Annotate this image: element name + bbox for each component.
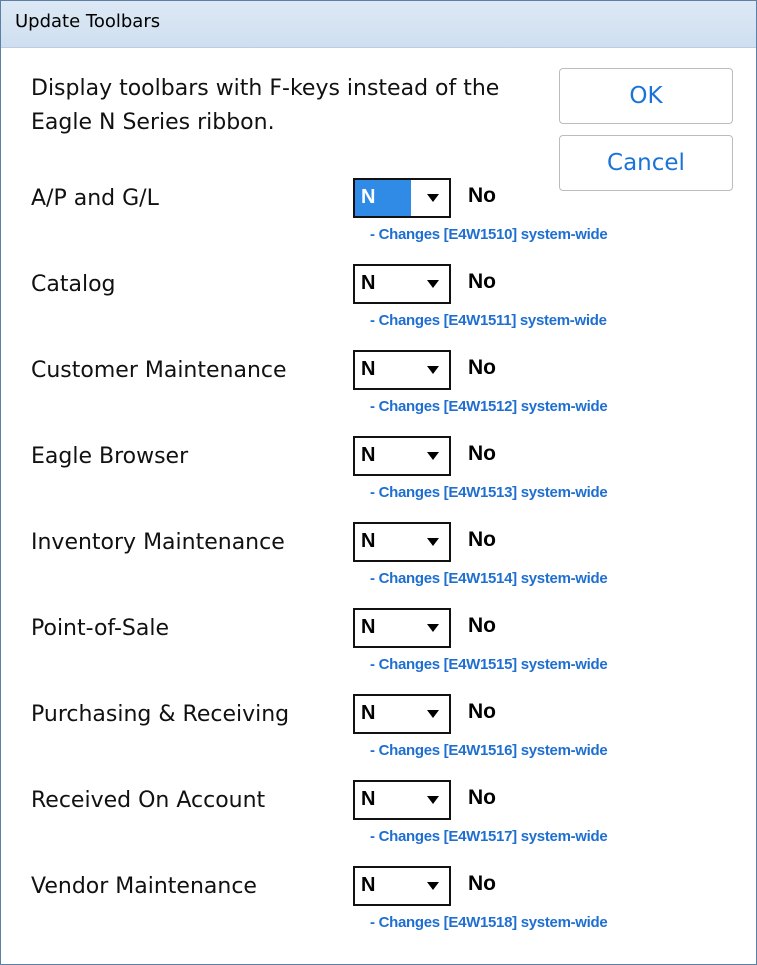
row-label: Purchasing & Receiving: [31, 702, 290, 727]
row-status: No: [468, 442, 496, 465]
row-note: - Changes [E4W1515] system-wide: [370, 656, 608, 673]
row-status: No: [468, 528, 496, 551]
row-label: Catalog: [31, 272, 116, 297]
combo-value: N: [361, 874, 376, 896]
toolbar-row-eagle-browser: Eagle Browser N No - Changes [E4W1513] s…: [9, 436, 748, 522]
dialog-content: Display toolbars with F-keys instead of …: [9, 48, 748, 956]
toolbar-select-vendor-maintenance[interactable]: N: [353, 866, 451, 906]
row-status: No: [468, 786, 496, 809]
chevron-down-icon[interactable]: [427, 538, 439, 546]
row-label: Inventory Maintenance: [31, 530, 285, 555]
chevron-down-icon[interactable]: [427, 710, 439, 718]
toolbar-row-purchasing-receiving: Purchasing & Receiving N No - Changes [E…: [9, 694, 748, 780]
row-label: Vendor Maintenance: [31, 874, 257, 899]
row-status: No: [468, 614, 496, 637]
toolbar-select-ap-gl[interactable]: N: [353, 178, 451, 218]
chevron-down-icon[interactable]: [427, 366, 439, 374]
row-note: - Changes [E4W1512] system-wide: [370, 398, 608, 415]
combo-value: N: [361, 358, 376, 380]
row-note: - Changes [E4W1513] system-wide: [370, 484, 608, 501]
title-bar[interactable]: Update Toolbars: [1, 1, 756, 48]
toolbar-select-inventory-maintenance[interactable]: N: [353, 522, 451, 562]
row-status: No: [468, 700, 496, 723]
toolbar-select-customer-maintenance[interactable]: N: [353, 350, 451, 390]
row-note: - Changes [E4W1511] system-wide: [370, 312, 607, 329]
toolbar-row-received-on-account: Received On Account N No - Changes [E4W1…: [9, 780, 748, 866]
toolbar-row-point-of-sale: Point-of-Sale N No - Changes [E4W1515] s…: [9, 608, 748, 694]
update-toolbars-dialog: Update Toolbars Display toolbars with F-…: [0, 0, 757, 965]
row-status: No: [468, 872, 496, 895]
row-note: - Changes [E4W1518] system-wide: [370, 914, 608, 931]
toolbar-select-catalog[interactable]: N: [353, 264, 451, 304]
combo-value: N: [361, 702, 376, 724]
row-label: Eagle Browser: [31, 444, 189, 469]
toolbar-select-point-of-sale[interactable]: N: [353, 608, 451, 648]
row-note: - Changes [E4W1510] system-wide: [370, 226, 608, 243]
toolbar-row-catalog: Catalog N No - Changes [E4W1511] system-…: [9, 264, 748, 350]
toolbar-row-vendor-maintenance: Vendor Maintenance N No - Changes [E4W15…: [9, 866, 748, 952]
toolbar-row-ap-gl: A/P and G/L N No - Changes [E4W1510] sys…: [9, 178, 748, 264]
row-label: Received On Account: [31, 788, 266, 813]
row-label: Point-of-Sale: [31, 616, 170, 641]
row-label: Customer Maintenance: [31, 358, 287, 383]
chevron-down-icon[interactable]: [427, 280, 439, 288]
row-status: No: [468, 270, 496, 293]
window-title: Update Toolbars: [15, 11, 161, 32]
combo-value: N: [361, 272, 376, 294]
combo-value: N: [361, 530, 376, 552]
toolbar-select-eagle-browser[interactable]: N: [353, 436, 451, 476]
chevron-down-icon[interactable]: [427, 882, 439, 890]
row-note: - Changes [E4W1517] system-wide: [370, 828, 608, 845]
combo-value: N: [361, 788, 376, 810]
row-status: No: [468, 356, 496, 379]
row-note: - Changes [E4W1514] system-wide: [370, 570, 608, 587]
row-note: - Changes [E4W1516] system-wide: [370, 742, 608, 759]
description-text: Display toolbars with F-keys instead of …: [31, 76, 500, 135]
toolbar-row-customer-maintenance: Customer Maintenance N No - Changes [E4W…: [9, 350, 748, 436]
toolbar-select-purchasing-receiving[interactable]: N: [353, 694, 451, 734]
ok-button[interactable]: OK: [559, 68, 733, 124]
toolbar-select-received-on-account[interactable]: N: [353, 780, 451, 820]
row-label: A/P and G/L: [31, 186, 159, 211]
chevron-down-icon[interactable]: [427, 624, 439, 632]
chevron-down-icon[interactable]: [427, 796, 439, 804]
chevron-down-icon[interactable]: [427, 452, 439, 460]
combo-value: N: [361, 186, 376, 208]
toolbar-row-inventory-maintenance: Inventory Maintenance N No - Changes [E4…: [9, 522, 748, 608]
combo-value: N: [361, 616, 376, 638]
chevron-down-icon[interactable]: [427, 194, 439, 202]
combo-value: N: [361, 444, 376, 466]
row-status: No: [468, 184, 496, 207]
